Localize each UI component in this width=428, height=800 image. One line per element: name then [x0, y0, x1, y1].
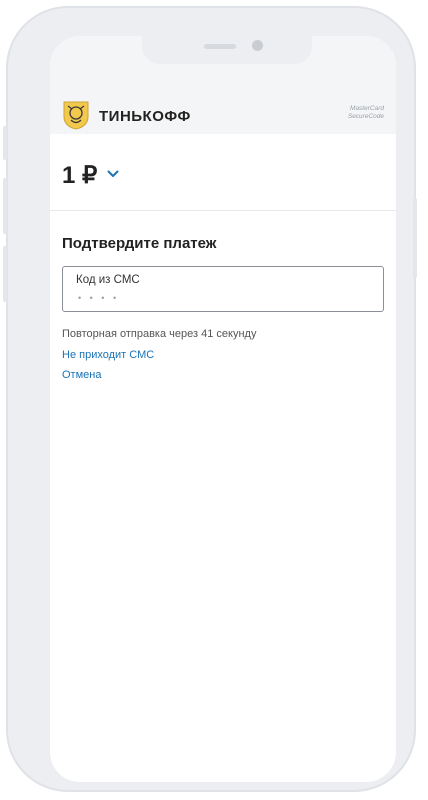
resend-timer-text: Повторная отправка через 41 секунду [62, 328, 257, 340]
payment-amount: 1 ₽ [62, 162, 98, 189]
phone-volume-up-button [3, 178, 7, 234]
phone-side-button [3, 126, 7, 160]
sms-code-input[interactable]: • • • • [78, 293, 119, 303]
camera-icon [252, 40, 263, 51]
no-sms-link[interactable]: Не приходит СМС [62, 349, 154, 361]
phone-notch [142, 36, 312, 64]
sms-code-field[interactable]: Код из СМС • • • • [62, 266, 384, 312]
speaker-icon [204, 44, 236, 49]
phone-volume-down-button [3, 246, 7, 302]
phone-frame: ТИНЬКОФФ MasterCard SecureCode 1 ₽ Подтв… [3, 6, 417, 792]
securecode-line-2: SecureCode [347, 113, 384, 120]
brand-name: ТИНЬКОФФ [99, 108, 191, 125]
confirm-title: Подтвердите платеж [62, 235, 217, 252]
sms-code-label: Код из СМС [76, 274, 140, 286]
bank-header: ТИНЬКОФФ MasterCard SecureCode [50, 96, 396, 134]
tinkoff-emblem-icon [63, 101, 89, 130]
phone-power-button [413, 198, 417, 278]
securecode-line-1: MasterCard [350, 105, 384, 112]
securecode-badge: MasterCard SecureCode [348, 105, 384, 121]
chevron-down-icon[interactable] [107, 169, 119, 179]
divider [50, 210, 396, 211]
cancel-link[interactable]: Отмена [62, 369, 101, 381]
phone-screen: ТИНЬКОФФ MasterCard SecureCode 1 ₽ Подтв… [50, 36, 396, 782]
